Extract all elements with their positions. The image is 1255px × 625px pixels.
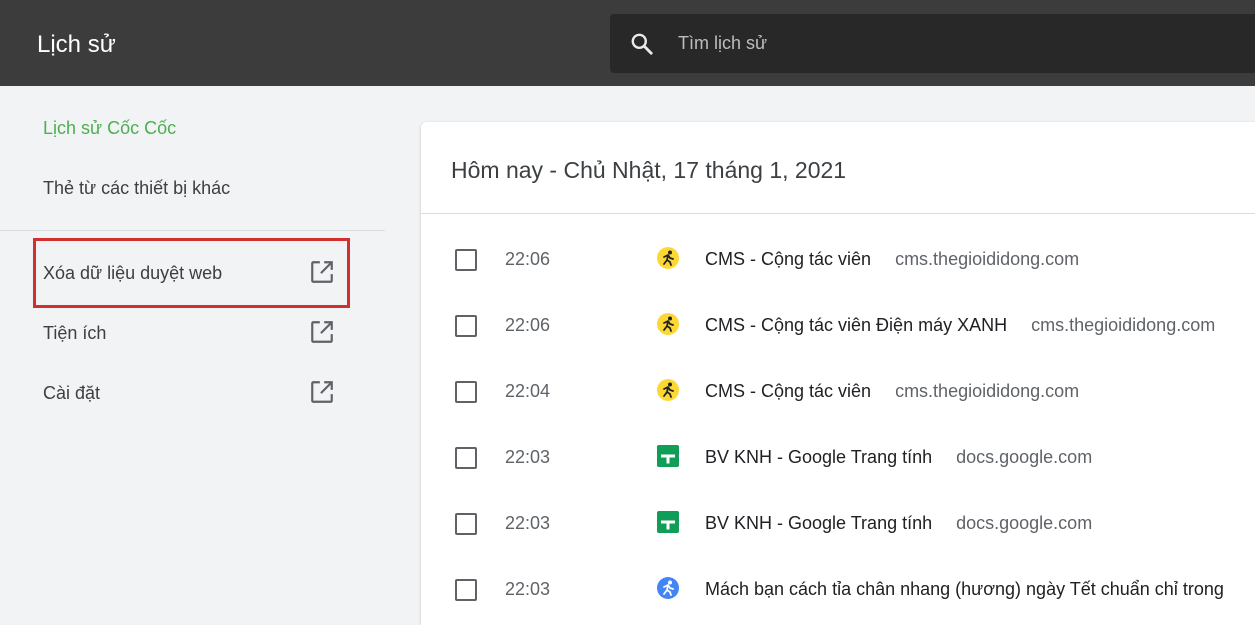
sidebar-item-label: Cài đặt (43, 383, 101, 403)
history-row-text[interactable]: CMS - Cộng tác viên cms.thegioididong.com (705, 379, 1079, 403)
history-row-domain: cms.thegioididong.com (1031, 315, 1216, 335)
history-row-checkbox[interactable] (455, 513, 477, 535)
top-bar: Lịch sử (0, 0, 1255, 86)
google-sheets-icon (657, 511, 679, 533)
runner-icon (657, 247, 679, 269)
history-row-text[interactable]: BV KNH - Google Trang tính docs.google.co… (705, 511, 1092, 535)
history-row-time: 22:04 (505, 381, 551, 401)
history-row[interactable]: 22:03 BV KNH - Google Trang tính docs.goo… (421, 425, 1255, 491)
history-row-title[interactable]: CMS - Cộng tác viên (705, 381, 871, 401)
history-row-checkbox[interactable] (455, 579, 477, 601)
history-card: Hôm nay - Chủ Nhật, 17 tháng 1, 2021 22:… (421, 122, 1255, 625)
page-title: Lịch sử (37, 31, 116, 58)
history-row-time: 22:03 (505, 447, 551, 467)
history-row-checkbox[interactable] (455, 249, 477, 271)
history-row-title[interactable]: CMS - Cộng tác viên Điện máy XANH (705, 315, 1007, 335)
blue-circle-runner-icon (657, 577, 679, 599)
history-row-domain: docs.google.com (956, 447, 1093, 467)
history-row-text[interactable]: CMS - Cộng tác viên cms.thegioididong.com (705, 247, 1079, 271)
google-sheets-icon (657, 445, 679, 467)
history-row-domain: docs.google.com (956, 513, 1093, 533)
runner-icon (657, 313, 679, 335)
sidebar: Lịch sử Cốc Cốc Thẻ từ các thiết bị khác… (0, 86, 386, 625)
open-in-new-icon (311, 381, 333, 403)
history-row[interactable]: 22:03 Mách bạn cách tỉa chân nhang (hươn… (421, 557, 1255, 623)
highlight-annotation (33, 238, 350, 308)
search-icon[interactable] (629, 31, 655, 57)
history-row-domain: cms.thegioididong.com (895, 381, 1080, 401)
history-row-time: 22:06 (505, 315, 551, 335)
history-row-time: 22:03 (505, 513, 551, 533)
sidebar-item-settings[interactable]: Cài đặt (43, 378, 338, 408)
history-row-text[interactable]: BV KNH - Google Trang tính docs.google.co… (705, 445, 1092, 469)
history-row-checkbox[interactable] (455, 315, 477, 337)
history-row-checkbox[interactable] (455, 447, 477, 469)
history-row-text[interactable]: CMS - Cộng tác viên Điện máy XANH cms.the… (705, 313, 1215, 337)
history-row-time: 22:06 (505, 249, 551, 269)
history-row[interactable]: 22:04 CMS - Cộng tác viên cms.thegioidido… (421, 359, 1255, 425)
history-row-text[interactable]: Mách bạn cách tỉa chân nhang (hương) ngà… (705, 577, 1224, 601)
runner-icon (657, 379, 679, 401)
history-row-domain: cms.thegioididong.com (895, 249, 1080, 269)
history-date-heading: Hôm nay - Chủ Nhật, 17 tháng 1, 2021 (451, 157, 847, 183)
history-row[interactable]: 22:06 CMS - Cộng tác viên cms.thegioidido… (421, 227, 1255, 293)
history-row-title[interactable]: CMS - Cộng tác viên (705, 249, 871, 269)
sidebar-item-extensions[interactable]: Tiện ích (43, 318, 338, 348)
search-box[interactable] (610, 14, 1255, 73)
history-date-header: Hôm nay - Chủ Nhật, 17 tháng 1, 2021 (421, 122, 1255, 214)
history-row[interactable]: 22:06 CMS - Cộng tác viên Điện máy XANH c… (421, 293, 1255, 359)
sidebar-link-history[interactable]: Lịch sử Cốc Cốc (43, 116, 176, 140)
history-row-title[interactable]: BV KNH - Google Trang tính (705, 447, 932, 467)
sidebar-item-label: Tiện ích (43, 323, 107, 343)
history-row-title[interactable]: Mách bạn cách tỉa chân nhang (hương) ngà… (705, 579, 1224, 599)
history-row-checkbox[interactable] (455, 381, 477, 403)
open-in-new-icon (311, 321, 333, 343)
sidebar-divider (0, 230, 385, 231)
history-row-title[interactable]: BV KNH - Google Trang tính (705, 513, 932, 533)
sidebar-link-other-devices[interactable]: Thẻ từ các thiết bị khác (43, 176, 230, 200)
search-input[interactable] (678, 28, 1238, 58)
history-row[interactable]: 22:03 BV KNH - Google Trang tính docs.goo… (421, 491, 1255, 557)
history-row-time: 22:03 (505, 579, 551, 599)
